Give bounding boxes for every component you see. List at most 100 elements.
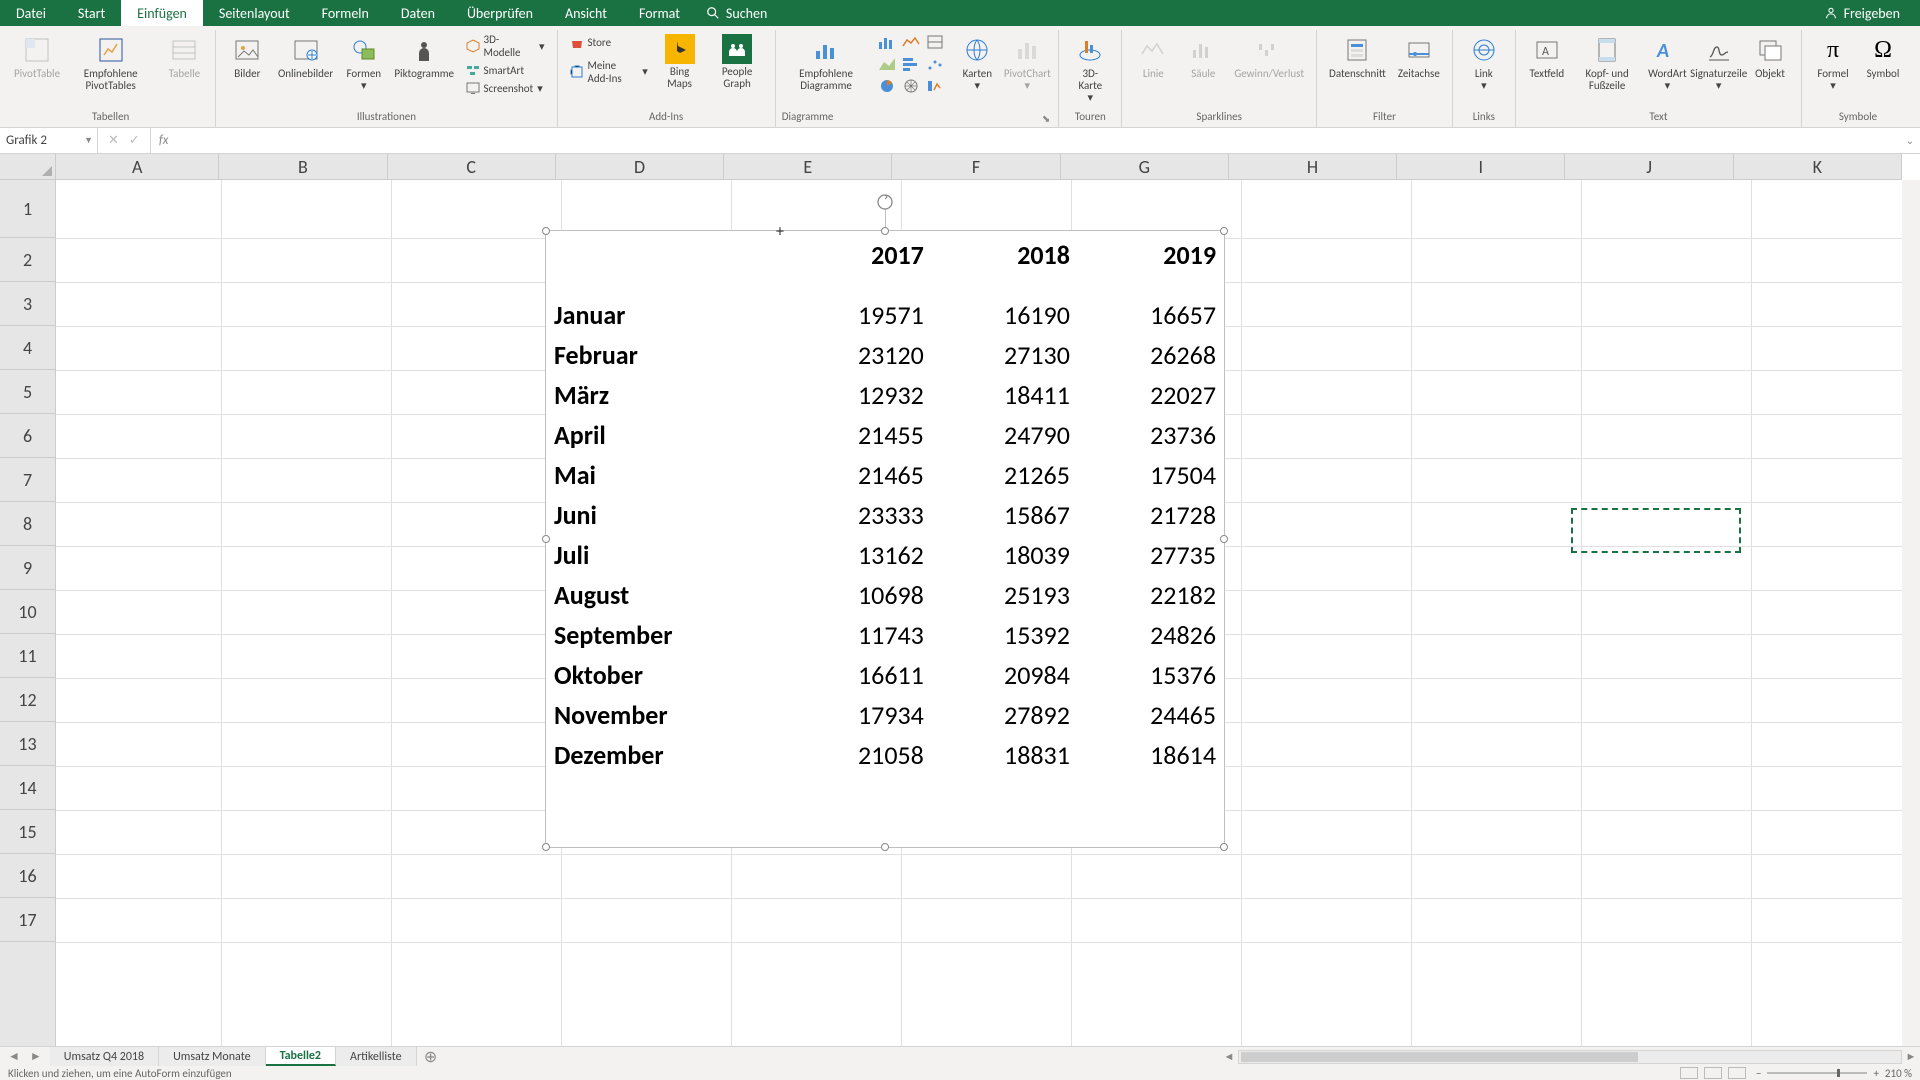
resize-handle-r[interactable] — [1220, 535, 1228, 543]
column-header-F[interactable]: F — [892, 154, 1060, 179]
formula-input[interactable] — [176, 128, 1900, 153]
sheet-tab-umsatz-q4-2018[interactable]: Umsatz Q4 2018 — [50, 1047, 159, 1066]
share-button[interactable]: Freigeben — [1804, 5, 1920, 22]
row-header-5[interactable]: 5 — [0, 370, 55, 414]
smartart-button[interactable]: SmartArt — [464, 62, 547, 78]
sheet-tab-umsatz-monate[interactable]: Umsatz Monate — [159, 1047, 265, 1066]
my-addins-button[interactable]: Meine Add-Ins ▾ — [568, 58, 650, 86]
menu-tab-format[interactable]: Format — [623, 0, 696, 26]
3d-models-button[interactable]: 3D-Modelle ▾ — [464, 32, 547, 60]
row-header-12[interactable]: 12 — [0, 678, 55, 722]
recommended-charts-button[interactable]: Empfohlene Diagramme — [782, 30, 871, 96]
column-headers[interactable]: ABCDEFGHIJK — [56, 154, 1902, 180]
row-header-7[interactable]: 7 — [0, 458, 55, 502]
column-header-A[interactable]: A — [56, 154, 219, 179]
resize-handle-tr[interactable] — [1220, 227, 1228, 235]
row-header-1[interactable]: 1 — [0, 180, 55, 238]
view-page-layout-button[interactable] — [1704, 1067, 1722, 1079]
column-header-G[interactable]: G — [1061, 154, 1229, 179]
timeline-button[interactable]: Zeitachse — [1392, 30, 1446, 84]
symbol-button[interactable]: ΩSymbol — [1858, 30, 1908, 84]
zoom-control[interactable]: −+ 210 % — [1756, 1067, 1912, 1080]
row-header-3[interactable]: 3 — [0, 282, 55, 326]
column-header-B[interactable]: B — [219, 154, 387, 179]
online-images-button[interactable]: Onlinebilder — [272, 30, 338, 84]
shapes-button[interactable]: Formen▾ — [339, 30, 389, 96]
row-header-9[interactable]: 9 — [0, 546, 55, 590]
tell-me-search[interactable]: Suchen — [706, 5, 767, 22]
charts-dialog-launcher[interactable]: ⬊ — [1042, 112, 1050, 125]
recommended-pivot-button[interactable]: Empfohlene PivotTables — [62, 30, 159, 96]
table-graphic-object[interactable]: 201720182019Januar195711619016657Februar… — [545, 230, 1225, 848]
resize-handle-tl[interactable] — [542, 227, 550, 235]
menu-tab-einfügen[interactable]: Einfügen — [121, 0, 203, 26]
shape-marquee[interactable] — [1571, 508, 1741, 553]
column-header-H[interactable]: H — [1229, 154, 1397, 179]
new-sheet-button[interactable]: ⊕ — [417, 1047, 445, 1066]
worksheet-grid[interactable]: ABCDEFGHIJK 1234567891011121314151617 20… — [0, 154, 1920, 1046]
column-header-E[interactable]: E — [724, 154, 892, 179]
column-header-J[interactable]: J — [1565, 154, 1733, 179]
3d-map-button[interactable]: 3D-Karte▾ — [1065, 30, 1115, 108]
row-header-14[interactable]: 14 — [0, 766, 55, 810]
menu-tab-formeln[interactable]: Formeln — [306, 0, 385, 26]
menu-tab-datei[interactable]: Datei — [0, 0, 62, 26]
fx-icon[interactable]: fx — [151, 133, 177, 148]
column-header-I[interactable]: I — [1397, 154, 1565, 179]
menu-tab-ansicht[interactable]: Ansicht — [549, 0, 623, 26]
row-header-15[interactable]: 15 — [0, 810, 55, 854]
row-header-2[interactable]: 2 — [0, 238, 55, 282]
link-button[interactable]: Link▾ — [1459, 30, 1509, 96]
menu-tab-start[interactable]: Start — [62, 0, 121, 26]
row-header-4[interactable]: 4 — [0, 326, 55, 370]
row-header-6[interactable]: 6 — [0, 414, 55, 458]
horizontal-scrollbar[interactable]: ◄ ► — [1220, 1047, 1920, 1066]
store-button[interactable]: Store — [568, 35, 650, 51]
share-icon — [1824, 6, 1838, 20]
menu-tab-seitenlayout[interactable]: Seitenlayout — [203, 0, 306, 26]
wordart-button[interactable]: AWordArt▾ — [1642, 30, 1692, 96]
header-footer-button[interactable]: Kopf- und Fußzeile — [1572, 30, 1643, 96]
rotate-handle[interactable] — [876, 193, 894, 211]
object-button[interactable]: Objekt — [1745, 30, 1795, 84]
row-headers[interactable]: 1234567891011121314151617 — [0, 180, 56, 1046]
row-header-8[interactable]: 8 — [0, 502, 55, 546]
table-row: Juli131621803927735 — [546, 535, 1224, 575]
equation-button[interactable]: πFormel▾ — [1808, 30, 1858, 96]
slicer-button[interactable]: Datenschnitt — [1323, 30, 1392, 84]
chart-type-gallery[interactable] — [876, 30, 946, 96]
screenshot-button[interactable]: Screenshot ▾ — [464, 80, 547, 96]
resize-handle-l[interactable] — [542, 535, 550, 543]
formula-bar-expand[interactable]: ⌄ — [1900, 134, 1920, 147]
bing-maps-button[interactable]: Bing Maps — [654, 30, 706, 94]
column-header-K[interactable]: K — [1734, 154, 1902, 179]
sheet-tab-tabelle2[interactable]: Tabelle2 — [266, 1047, 336, 1066]
resize-handle-t[interactable] — [881, 227, 889, 235]
row-header-10[interactable]: 10 — [0, 590, 55, 634]
maps-button[interactable]: Karten▾ — [952, 30, 1002, 96]
people-graph-button[interactable]: People Graph — [705, 30, 768, 94]
name-box[interactable]: Grafik 2▼ — [0, 128, 98, 153]
menu-tab-überprüfen[interactable]: Überprüfen — [451, 0, 549, 26]
resize-handle-bl[interactable] — [542, 843, 550, 851]
column-header-D[interactable]: D — [556, 154, 724, 179]
row-header-17[interactable]: 17 — [0, 898, 55, 942]
images-button[interactable]: Bilder — [222, 30, 272, 84]
row-header-11[interactable]: 11 — [0, 634, 55, 678]
vertical-scrollbar[interactable] — [1902, 180, 1920, 1046]
view-page-break-button[interactable] — [1728, 1067, 1746, 1079]
column-header-C[interactable]: C — [388, 154, 556, 179]
view-normal-button[interactable] — [1680, 1067, 1698, 1079]
menu-tab-daten[interactable]: Daten — [385, 0, 451, 26]
signature-button[interactable]: Signaturzeile▾ — [1692, 30, 1745, 96]
table-row: Oktober166112098415376 — [546, 655, 1224, 695]
sheet-nav[interactable]: ◄► — [0, 1047, 50, 1066]
row-header-16[interactable]: 16 — [0, 854, 55, 898]
resize-handle-br[interactable] — [1220, 843, 1228, 851]
select-all-corner[interactable] — [0, 154, 56, 180]
sheet-tab-artikelliste[interactable]: Artikelliste — [336, 1047, 417, 1066]
row-header-13[interactable]: 13 — [0, 722, 55, 766]
textbox-button[interactable]: ATextfeld — [1522, 30, 1572, 84]
pictograms-button[interactable]: Piktogramme — [389, 30, 460, 84]
resize-handle-b[interactable] — [881, 843, 889, 851]
